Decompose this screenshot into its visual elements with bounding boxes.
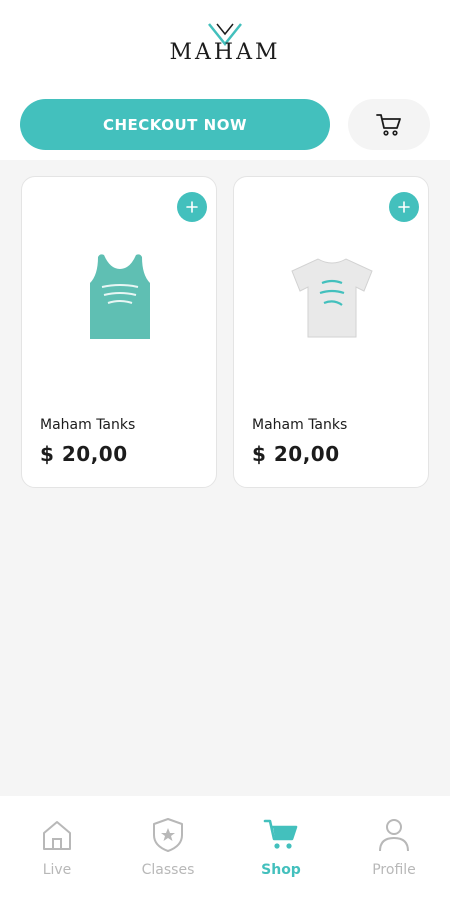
product-card[interactable]: Maham Tanks $ 20,00	[21, 176, 217, 488]
user-icon	[375, 816, 413, 854]
nav-label: Classes	[141, 862, 195, 878]
cart-icon	[262, 816, 300, 854]
nav-item-classes[interactable]: Classes	[118, 816, 218, 886]
product-image-t-shirt	[291, 258, 373, 338]
plus-icon	[398, 201, 410, 213]
product-card[interactable]: Maham Tanks $ 20,00	[233, 176, 429, 488]
bottom-nav: Live Classes Shop Profile	[0, 796, 450, 900]
home-icon	[38, 816, 76, 854]
plus-icon	[186, 201, 198, 213]
checkout-now-button[interactable]: CHECKOUT NOW	[20, 99, 330, 150]
nav-label: Profile	[372, 862, 416, 878]
app-header: MAHAM CHECKOUT NOW	[0, 0, 450, 160]
shield-star-icon	[149, 816, 187, 854]
nav-label: Shop	[261, 862, 301, 878]
product-price: $ 20,00	[40, 442, 128, 466]
add-to-cart-button[interactable]	[389, 192, 419, 222]
add-to-cart-button[interactable]	[177, 192, 207, 222]
nav-label: Live	[42, 862, 72, 878]
maham-logo: MAHAM	[150, 20, 300, 70]
header-cart-button[interactable]	[348, 99, 430, 150]
product-name: Maham Tanks	[252, 417, 348, 433]
product-image-tank-top	[90, 254, 150, 339]
cart-icon	[376, 113, 401, 136]
product-name: Maham Tanks	[40, 417, 136, 433]
nav-item-shop[interactable]: Shop	[231, 816, 331, 886]
product-price: $ 20,00	[252, 442, 340, 466]
nav-item-live[interactable]: Live	[7, 816, 107, 886]
logo-text: MAHAM	[169, 40, 281, 65]
nav-item-profile[interactable]: Profile	[344, 816, 444, 886]
